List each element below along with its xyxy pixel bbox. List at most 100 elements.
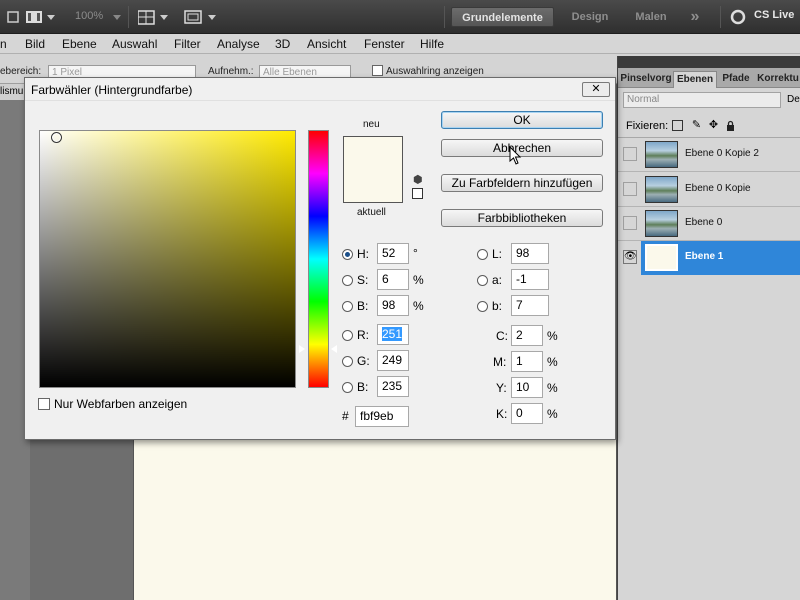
- menu-item-auswahl[interactable]: Auswahl: [112, 37, 157, 51]
- menu-item-3d[interactable]: 3D: [275, 37, 290, 51]
- add-to-swatches-button[interactable]: Zu Farbfeldern hinzufügen: [441, 174, 603, 192]
- h-input[interactable]: 52: [377, 243, 409, 264]
- visibility-toggle[interactable]: [623, 216, 637, 230]
- h-unit: °: [413, 246, 418, 260]
- layer-row-ebene-1[interactable]: 👁 Ebene 1: [618, 241, 800, 275]
- g-input[interactable]: 249: [377, 350, 409, 371]
- menu-item-start[interactable]: n: [0, 37, 7, 51]
- y-label: Y:: [496, 381, 507, 395]
- lock-transparency-icon[interactable]: [672, 120, 683, 131]
- workspace-design[interactable]: Design: [562, 7, 618, 27]
- divider: [444, 6, 445, 28]
- bridge-icon[interactable]: [6, 8, 20, 26]
- layer-name[interactable]: Ebene 0: [685, 217, 722, 228]
- panel-header: [618, 56, 800, 68]
- web-safe-warning-icon[interactable]: [412, 188, 423, 199]
- l-input[interactable]: 98: [511, 243, 549, 264]
- lab-b-radio[interactable]: [477, 301, 488, 312]
- layer-row[interactable]: Ebene 0 Kopie 2: [618, 138, 800, 172]
- color-field-cursor[interactable]: [51, 132, 62, 143]
- b-input[interactable]: 98: [377, 295, 409, 316]
- h-label: H:: [357, 247, 369, 261]
- range-label: ebereich:: [0, 66, 42, 77]
- color-libraries-button[interactable]: Farbbibliotheken: [441, 209, 603, 227]
- blue-radio[interactable]: [342, 382, 353, 393]
- hex-input[interactable]: fbf9eb: [355, 406, 409, 427]
- close-icon[interactable]: ✕: [582, 82, 610, 97]
- menu-item-ebene[interactable]: Ebene: [62, 37, 97, 51]
- minibridge-icon[interactable]: [26, 8, 56, 26]
- tab-pinselvorgaben[interactable]: Pinselvorg: [620, 71, 672, 88]
- layer-name[interactable]: Ebene 0 Kopie 2: [685, 148, 759, 159]
- cs-live-icon[interactable]: [730, 9, 746, 25]
- ring-checkbox[interactable]: [372, 65, 383, 76]
- tab-korrekturen[interactable]: Korrektu: [755, 71, 800, 88]
- workspace-malen[interactable]: Malen: [626, 7, 676, 27]
- layer-name[interactable]: Ebene 0 Kopie: [685, 183, 751, 194]
- menu-item-ansicht[interactable]: Ansicht: [307, 37, 346, 51]
- b-radio[interactable]: [342, 301, 353, 312]
- l-radio[interactable]: [477, 249, 488, 260]
- k-input[interactable]: 0: [511, 403, 543, 424]
- screen-mode-icon[interactable]: [184, 8, 218, 26]
- more-workspaces-icon[interactable]: »: [682, 7, 708, 27]
- hue-slider[interactable]: [308, 130, 329, 388]
- k-label: K:: [496, 407, 508, 421]
- m-input[interactable]: 1: [511, 351, 543, 372]
- application-bar: 100% Grundelemente Design Malen » CS Liv…: [0, 0, 800, 34]
- s-label: S:: [357, 273, 369, 287]
- hue-slider-left-arrow[interactable]: [298, 344, 305, 354]
- a-label: a:: [492, 273, 503, 287]
- lock-all-icon[interactable]: [725, 120, 736, 131]
- menu-item-filter[interactable]: Filter: [174, 37, 201, 51]
- divider: [720, 6, 721, 28]
- zoom-dropdown-icon[interactable]: [112, 8, 122, 26]
- color-swatch[interactable]: [343, 136, 403, 203]
- hue-slider-right-arrow[interactable]: [331, 345, 337, 353]
- zoom-level[interactable]: 100%: [75, 10, 103, 22]
- eye-icon[interactable]: 👁: [623, 250, 637, 264]
- tab-ebenen[interactable]: Ebenen: [673, 71, 717, 88]
- g-radio[interactable]: [342, 356, 353, 367]
- h-radio[interactable]: [342, 249, 353, 260]
- c-input[interactable]: 2: [511, 325, 543, 346]
- new-color-label: neu: [363, 119, 380, 130]
- a-input[interactable]: -1: [511, 269, 549, 290]
- tab-pfade[interactable]: Pfade: [718, 71, 754, 88]
- dialog-titlebar[interactable]: Farbwähler (Hintergrundfarbe) ✕: [25, 78, 615, 101]
- y-input[interactable]: 10: [511, 377, 543, 398]
- s-input[interactable]: 6: [377, 269, 409, 290]
- layer-row[interactable]: Ebene 0 Kopie: [618, 173, 800, 207]
- color-field[interactable]: [39, 130, 296, 388]
- web-colors-checkbox[interactable]: [38, 398, 50, 410]
- r-label: R:: [357, 328, 369, 342]
- cs-live-label[interactable]: CS Live: [754, 9, 794, 21]
- menu-item-hilfe[interactable]: Hilfe: [420, 37, 444, 51]
- layer-row[interactable]: Ebene 0: [618, 207, 800, 241]
- blue-input[interactable]: 235: [377, 376, 409, 397]
- layer-thumbnail: [645, 141, 678, 168]
- s-radio[interactable]: [342, 275, 353, 286]
- layer-name[interactable]: Ebene 1: [685, 251, 723, 262]
- r-radio[interactable]: [342, 330, 353, 341]
- workspace-grundelemente[interactable]: Grundelemente: [451, 7, 554, 27]
- r-input-value: 251: [382, 327, 403, 341]
- layer-thumbnail: [645, 210, 678, 237]
- ok-button[interactable]: OK: [441, 111, 603, 129]
- lab-b-input[interactable]: 7: [511, 295, 549, 316]
- lock-pixels-icon[interactable]: ✎: [691, 120, 702, 131]
- opacity-label: Dec: [787, 94, 800, 105]
- arrange-documents-icon[interactable]: [138, 8, 170, 26]
- r-input[interactable]: 251: [377, 324, 409, 345]
- menu-item-analyse[interactable]: Analyse: [217, 37, 260, 51]
- menu-item-fenster[interactable]: Fenster: [364, 37, 405, 51]
- visibility-toggle[interactable]: [623, 147, 637, 161]
- visibility-toggle[interactable]: [623, 182, 637, 196]
- a-radio[interactable]: [477, 275, 488, 286]
- lock-position-icon[interactable]: ✥: [708, 120, 719, 131]
- blend-mode-select[interactable]: Normal: [623, 92, 781, 108]
- web-colors-label[interactable]: Nur Webfarben anzeigen: [54, 397, 187, 411]
- document-canvas[interactable]: [133, 440, 617, 600]
- menu-item-bild[interactable]: Bild: [25, 37, 45, 51]
- gamut-cube-icon[interactable]: ⬢: [413, 173, 423, 186]
